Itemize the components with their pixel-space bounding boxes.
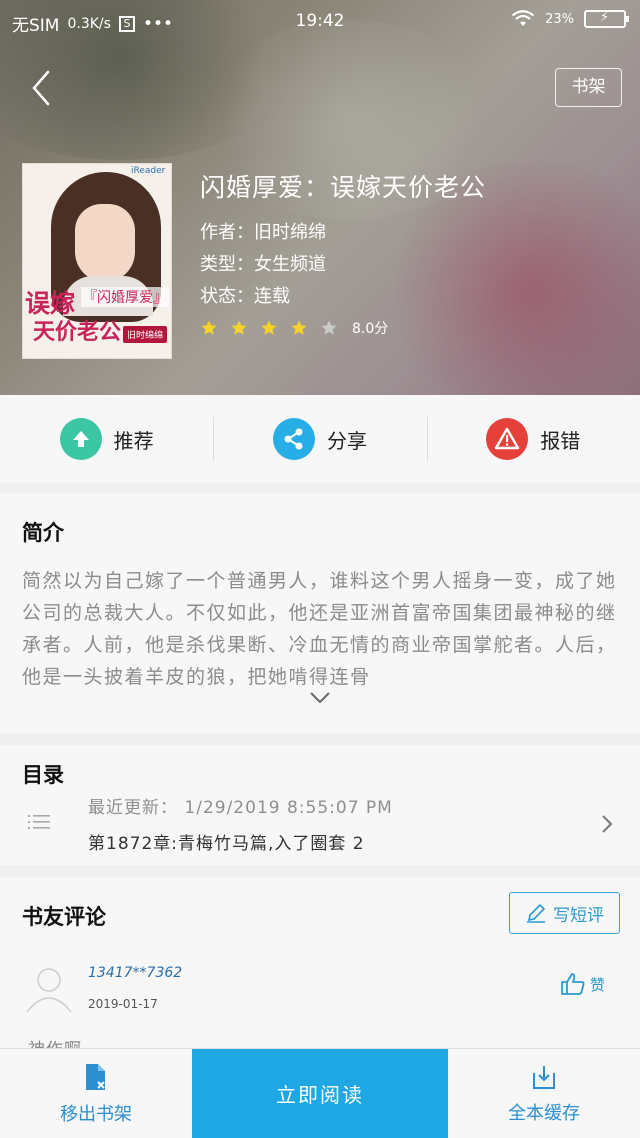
intro-section: 简介 简然以为自己嫁了一个普通男人，谁料这个男人摇身一变，成了她公司的总裁大人。… (0, 493, 640, 733)
book-author: 作者：旧时绵绵 (200, 222, 326, 243)
share-button[interactable]: 分享 (213, 395, 426, 483)
review-date: 2019-01-17 (88, 997, 158, 1011)
cover-logo: iReader (131, 166, 166, 176)
rating: 8.0分 (200, 318, 388, 338)
reviews-section: 书友评论 写短评 13417**7362 2019-01-17 赞 神作啊 (0, 877, 640, 1060)
write-review-button[interactable]: 写短评 (509, 892, 620, 934)
rating-score: 8.0分 (352, 321, 389, 337)
book-title: 闪婚厚爱：误嫁天价老公 (200, 173, 487, 202)
thumbs-up-icon (561, 973, 585, 995)
intro-title: 简介 (22, 521, 64, 545)
toc-latest-chapter[interactable]: 第1872章:青梅竹马篇,入了圈套 2 (88, 829, 365, 854)
share-label: 分享 (326, 428, 367, 453)
bottom-bar: 移出书架 立即阅读 全本缓存 (0, 1048, 640, 1138)
battery-icon: ⚡ (584, 10, 629, 28)
chevron-down-icon[interactable] (309, 691, 331, 705)
write-review-label: 写短评 (553, 905, 604, 926)
book-cover[interactable]: iReader 误嫁 『闪婚厚爱』 天价老公 旧时绵绵 (22, 163, 172, 359)
cover-illustration-face (75, 204, 135, 282)
warning-icon (486, 418, 529, 460)
bookshelf-button[interactable]: 书架 (555, 68, 622, 107)
toc-title: 目录 (22, 763, 64, 787)
back-chevron-icon[interactable] (26, 66, 60, 110)
recommend-label: 推荐 (113, 428, 154, 453)
cache-all-button[interactable]: 全本缓存 (448, 1049, 640, 1138)
review-username[interactable]: 13417**7362 (88, 965, 182, 981)
reviews-title: 书友评论 (22, 905, 106, 929)
wifi-icon (511, 10, 535, 26)
like-label: 赞 (590, 975, 606, 994)
status-bar: 无SIM 0.3K/s S ••• 19:42 23% ⚡ (0, 0, 640, 44)
book-header: 无SIM 0.3K/s S ••• 19:42 23% ⚡ 书架 iReader… (0, 0, 640, 395)
like-button[interactable]: 赞 (560, 972, 605, 996)
read-now-button[interactable]: 立即阅读 (192, 1049, 448, 1138)
avatar-icon[interactable] (22, 962, 76, 1016)
share-icon (272, 418, 315, 460)
book-category: 类型：女生频道 (200, 254, 326, 275)
status-right: 23% ⚡ (511, 10, 629, 28)
star-icon (201, 320, 217, 335)
intro-text: 简然以为自己嫁了一个普通男人，谁料这个男人摇身一变，成了她公司的总裁大人。不仅如… (22, 570, 617, 688)
download-icon (533, 1065, 555, 1089)
report-error-button[interactable]: 报错 (426, 395, 640, 483)
star-icon (261, 320, 277, 335)
cover-title-line: 天价老公 (33, 319, 122, 345)
file-remove-icon (86, 1063, 105, 1090)
chevron-right-icon[interactable] (600, 813, 614, 835)
cache-all-label: 全本缓存 (508, 1102, 580, 1124)
star-icon (291, 320, 307, 335)
recommend-button[interactable]: 推荐 (0, 395, 213, 483)
cover-title-line: 『闪婚厚爱』 (81, 287, 169, 307)
star-icon (231, 320, 247, 335)
toc-section[interactable]: 目录 最近更新： 1/29/2019 8:55:07 PM 第1872章:青梅竹… (0, 745, 640, 865)
list-icon (28, 815, 50, 829)
remove-from-shelf-button[interactable]: 移出书架 (0, 1049, 192, 1138)
upload-arrow-icon (59, 418, 102, 460)
book-status: 状态：连载 (200, 286, 290, 307)
star-empty-icon (321, 320, 337, 335)
report-error-label: 报错 (540, 428, 581, 453)
action-row: 推荐 分享 报错 (0, 395, 640, 483)
pencil-icon (527, 903, 546, 923)
remove-from-shelf-label: 移出书架 (60, 1103, 132, 1125)
toc-last-update: 最近更新： 1/29/2019 8:55:07 PM (88, 798, 393, 818)
cover-author-tag: 旧时绵绵 (123, 326, 168, 343)
battery-percent: 23% (545, 11, 574, 27)
